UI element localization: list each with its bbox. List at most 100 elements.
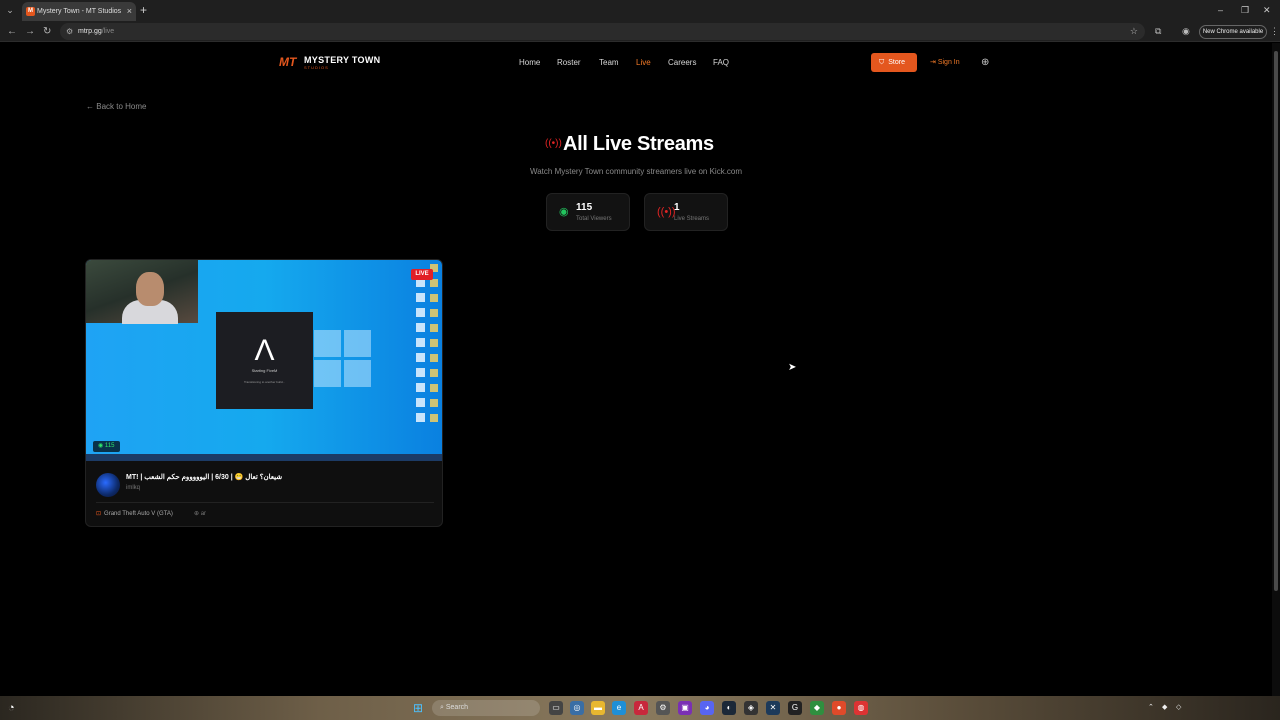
fivem-loading-dialog: Λ Starting FiveM Transitioning to anothe… [216,312,313,409]
nav-home[interactable]: Home [519,57,540,68]
url-text: mtrp.gg/live [78,28,115,35]
app-purple-icon[interactable]: ▣ [678,701,692,715]
reload-icon[interactable]: ↻ [43,25,51,38]
back-to-home-link[interactable]: ← Back to Home [86,101,146,112]
mouse-cursor-icon: ➤ [788,362,797,373]
windows-start-icon[interactable]: ⊞ [413,700,423,716]
stream-thumbnail[interactable]: Λ Starting FiveM Transitioning to anothe… [86,260,442,461]
chrome-taskbar-icon[interactable]: ◎ [570,701,584,715]
broadcast-icon: ((•)) [657,206,676,218]
app-dark-icon[interactable]: ◈ [744,701,758,715]
live-streams-label: Live Streams [674,216,710,222]
nav-roster[interactable]: Roster [557,57,581,68]
back-label: Back to Home [96,102,147,111]
eye-icon: ◉ [98,443,104,449]
page-scrollbar[interactable] [1272,43,1280,696]
back-arrow-icon[interactable]: ← [7,25,17,38]
profile-icon[interactable]: ◉ [1182,25,1190,38]
language-globe-icon[interactable]: ⊕ [981,56,989,69]
webcam-overlay [86,260,198,324]
new-tab-icon[interactable]: + [140,3,147,17]
app-red-icon[interactable]: ● [832,701,846,715]
live-badge: LIVE [411,269,433,280]
windows-taskbar: ◔ ⊞ ⌕ Search ▭ ◎ ▬ e A ⚙ ▣ ◕ ◐ ◈ ✕ G ◆ ●… [0,696,1280,720]
card-divider [96,502,434,503]
total-viewers-value: 115 [576,202,593,213]
total-viewers-label: Total Viewers [576,216,612,222]
eye-icon: ◉ [559,206,569,218]
widgets-icon[interactable]: ◔ [8,700,15,716]
sign-in-label: Sign In [937,59,960,66]
viewer-count: 115 [104,443,115,449]
gamepad-icon: ⊡ [96,511,102,517]
site-info-icon[interactable]: ⚙ [66,26,73,37]
game-name: Grand Theft Auto V (GTA) [104,511,173,517]
favicon-icon: M [26,7,35,16]
viewer-count-badge: ◉ 115 [93,441,120,452]
chrome-update-button[interactable]: New Chrome available [1199,25,1267,39]
tray-chevron-icon[interactable]: ⌃ [1148,702,1154,714]
chrome-menu-icon[interactable]: ⋮ [1270,25,1279,38]
extensions-icon[interactable]: ⧉ [1155,25,1161,38]
dialog-text: Transitioning to another build... [243,380,286,384]
total-viewers-card: ◉ 115 Total Viewers [546,193,630,231]
app-a-icon[interactable]: A [634,701,648,715]
close-tab-icon[interactable]: × [127,5,132,17]
nav-careers[interactable]: Careers [668,57,696,68]
nav-faq[interactable]: FAQ [713,57,729,68]
cart-icon: ⛉ [879,59,885,66]
live-streams-value: 1 [674,202,680,213]
discord-icon[interactable]: ◕ [700,701,714,715]
arrow-left-icon: ← [86,102,94,111]
task-view-icon[interactable]: ▭ [549,701,563,715]
broadcast-icon: ((•)) [545,138,562,149]
search-icon: ⌕ [440,704,444,711]
store-label: Store [888,59,905,66]
desktop-icons-right [430,264,440,429]
stream-card[interactable]: Λ Starting FiveM Transitioning to anothe… [85,259,443,527]
thumbnail-taskbar [86,454,442,461]
page-title: All Live Streams [563,133,714,155]
app-green-icon[interactable]: ◆ [810,701,824,715]
dialog-title: Starting FiveM [251,368,278,373]
browser-toolbar: ← → ↻ ⚙ mtrp.gg/live ☆ ⧉ ◉ New Chrome av… [0,21,1280,42]
steam-icon[interactable]: ◐ [722,701,736,715]
minimize-icon[interactable]: – [1218,3,1223,17]
live-streams-card: ((•)) 1 Live Streams [644,193,728,231]
site-logo-name[interactable]: MYSTERY TOWN [304,55,380,65]
app-blue-icon[interactable]: ✕ [766,701,780,715]
nav-team[interactable]: Team [599,57,619,68]
file-explorer-icon[interactable]: ▬ [591,701,605,715]
sign-in-button[interactable]: ⇥ Sign In [925,53,967,72]
forward-arrow-icon[interactable]: → [25,25,35,38]
game-category: ⊡ Grand Theft Auto V (GTA) [96,509,173,519]
sign-in-icon: ⇥ [930,59,936,66]
restore-icon[interactable]: ❐ [1241,3,1249,17]
page-subtitle: Watch Mystery Town community streamers l… [529,167,743,176]
app-orange-icon[interactable]: ◍ [854,701,868,715]
nav-live[interactable]: Live [636,57,651,68]
app-settings-icon[interactable]: ⚙ [656,701,670,715]
streamer-username[interactable]: imlkq [126,484,140,493]
store-button[interactable]: ⛉ Store [871,53,917,72]
app-g-icon[interactable]: G [788,701,802,715]
windows-logo-graphic [314,330,372,388]
site-logo-subtitle: STUDIOS [304,65,329,70]
globe-icon: ⊕ [194,511,200,517]
taskbar-search-box[interactable]: ⌕ Search [432,700,540,716]
scrollbar-thumb[interactable] [1274,51,1278,591]
tray-app2-icon[interactable]: ◇ [1176,702,1181,714]
bookmark-star-icon[interactable]: ☆ [1130,25,1138,37]
browser-tab-strip: ⌄ M Mystery Town - MT Studios | M × + – … [0,0,1280,21]
search-placeholder: Search [445,704,469,711]
tray-app-icon[interactable]: ◆ [1162,702,1167,714]
address-bar[interactable]: ⚙ mtrp.gg/live ☆ [60,23,1145,40]
site-logo-mark[interactable]: MT [279,55,296,69]
edge-icon[interactable]: e [612,701,626,715]
tab-search-icon[interactable]: ⌄ [3,4,17,17]
streamer-avatar[interactable] [96,473,120,497]
close-window-icon[interactable]: ✕ [1263,3,1271,17]
tab-title: Mystery Town - MT Studios | M [37,8,122,15]
stream-title[interactable]: شيعان؟ تعال 😁 | 6/30 | اليوووووم حكم الش… [126,472,436,483]
browser-tab[interactable]: M Mystery Town - MT Studios | M × [22,2,136,21]
